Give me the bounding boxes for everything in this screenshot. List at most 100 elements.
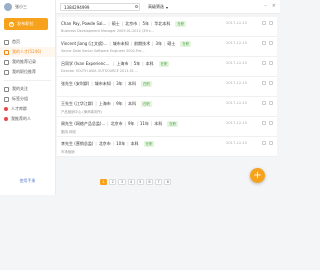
list-item[interactable]: 李先生 (营销总监) | 北京市 | 10年 | 本科 在职 市场营销 2017-12… [57, 137, 277, 157]
more-icon[interactable] [269, 81, 273, 85]
divider: | [150, 121, 153, 126]
divider: | [124, 101, 127, 106]
list-item[interactable]: 王先生 (江华江群) | 上海市 | 9年 | 本科 在职 产品营销中心 (律师事务所… [57, 97, 277, 117]
update-date: 2017-12-15 [226, 81, 247, 85]
list-item[interactable]: Chan Pay, Powde Sal... | 硕士 | 北京市 | 5年 | 华北本… [57, 17, 277, 37]
user-manual-link[interactable]: 使用手册 [0, 178, 55, 184]
candidate-name[interactable]: 张先生 (安利群) [61, 81, 89, 87]
candidate-meta: 5年 [142, 20, 149, 26]
candidate-name[interactable]: 周先生 (网络产品总监)... [61, 121, 105, 127]
advanced-filter-button[interactable]: 高级筛选 ▾ [148, 4, 168, 10]
candidate-name[interactable]: 李先生 (营销总监) [61, 141, 93, 147]
edit-icon[interactable] [262, 121, 266, 125]
sidebar-item-label: 我推荐的人 [11, 116, 31, 121]
divider: | [124, 81, 127, 86]
page-button[interactable]: 2 [109, 179, 117, 185]
sidebar-group-my-referrals[interactable]: 我推荐的人 [0, 114, 55, 124]
page-button[interactable]: 7 [155, 179, 163, 185]
sidebar-item-label: 我的关注 [12, 86, 28, 91]
candidate-meta: 城市未知 [112, 40, 129, 46]
more-icon[interactable] [269, 21, 273, 25]
sidebar-item-recommend-records[interactable]: 我的推荐记录 [0, 57, 55, 67]
publish-job-button[interactable]: + 发布职位 [4, 18, 48, 30]
more-icon[interactable] [269, 121, 273, 125]
divider: | [152, 41, 154, 46]
search-icon[interactable] [135, 5, 138, 8]
page-button[interactable]: 4 [127, 179, 135, 185]
candidate-name[interactable]: Chan Pay, Powde Sal... [61, 21, 106, 26]
candidate-meta: 北京市 [110, 120, 123, 126]
more-icon[interactable] [269, 41, 273, 45]
sidebar-item-home[interactable]: 首页 [0, 37, 55, 47]
divider: | [130, 61, 132, 66]
divider: | [136, 121, 138, 126]
people-icon [4, 49, 9, 55]
edit-icon[interactable] [262, 41, 266, 45]
candidate-meta: 硕士 [167, 40, 176, 46]
edit-icon[interactable] [262, 21, 266, 25]
search-input[interactable] [60, 3, 140, 11]
row-actions [262, 121, 273, 125]
list-item[interactable]: Vincent Jiang (江文斌)... | 城市未知 | 前期技术 | 3年 |… [57, 37, 277, 57]
status-badge: 在职 [143, 140, 155, 147]
candidate-meta: 11年 [139, 120, 149, 126]
list-item[interactable]: 吕同学 (Ivan Experience ...) | 上海市 | 5年 | 本科 在… [57, 57, 277, 77]
more-icon[interactable] [269, 141, 273, 145]
sidebar-item-job-recommend[interactable]: 我的职位推荐 [0, 67, 55, 77]
update-date: 2017-12-15 [226, 61, 247, 65]
update-date: 2017-12-15 [226, 121, 247, 125]
candidate-meta: 北京市 [98, 140, 111, 146]
top-bar: 高级筛选 ▾ – × [56, 0, 280, 14]
sidebar-item-label: 我的推荐记录 [12, 59, 36, 64]
sidebar-item-label: 我的人才(5246) [12, 49, 42, 54]
minimize-icon[interactable]: – [264, 3, 267, 9]
candidate-name[interactable]: 吕同学 (Ivan Experience ...) [61, 61, 111, 67]
page-button[interactable]: 3 [118, 179, 126, 185]
add-talent-button[interactable]: + [250, 168, 265, 183]
candidate-meta: 上海市 [116, 60, 129, 66]
divider: | [91, 81, 93, 86]
star-icon [4, 86, 9, 92]
update-date: 2017-12-15 [226, 21, 247, 25]
user-profile[interactable]: 张小三 [0, 0, 55, 14]
divider: | [112, 101, 115, 106]
pagination: 上一页 1 2 3 4 5 6 7 8 下一页 [100, 179, 172, 222]
row-actions [262, 21, 273, 25]
edit-icon[interactable] [262, 81, 266, 85]
candidate-name[interactable]: 王先生 (江华江群) [61, 101, 93, 107]
page-button[interactable]: 1 [100, 179, 108, 185]
sidebar-nav: 首页 我的人才(5246) 我的推荐记录 我的职位推荐 我的关注 标签分组 人才… [0, 37, 55, 124]
status-badge: 在职 [141, 80, 152, 87]
edit-icon[interactable] [262, 61, 266, 65]
sidebar-item-tags[interactable]: 标签分组 [0, 94, 55, 104]
candidate-experience: Business Development Manager 2009.01-201… [61, 29, 154, 33]
candidate-meta: 北京市 [125, 20, 138, 26]
divider: | [113, 61, 115, 66]
sidebar-item-follows[interactable]: 我的关注 [0, 84, 55, 94]
page-button[interactable]: 5 [136, 179, 144, 185]
divider: | [112, 81, 115, 86]
candidate-meta: 本科 [154, 120, 163, 126]
divider: | [150, 21, 153, 26]
divider: | [163, 41, 166, 46]
window-controls: – × [264, 3, 276, 9]
candidate-meta: 3年 [116, 80, 123, 86]
edit-icon[interactable] [262, 101, 266, 105]
edit-icon[interactable] [262, 141, 266, 145]
candidate-meta: 本科 [128, 100, 137, 106]
row-actions [262, 61, 273, 65]
candidate-meta: 华北本科 [154, 20, 171, 26]
page-button[interactable]: 6 [145, 179, 154, 185]
avatar [4, 3, 12, 11]
list-item[interactable]: 张先生 (安利群) | 城市未知 | 3年 | 本科 在职 2017-12-15 [57, 77, 277, 97]
page-button[interactable]: 8 [164, 179, 172, 185]
candidate-meta: 9年 [116, 100, 123, 106]
sidebar-item-my-talent[interactable]: 我的人才(5246) [0, 47, 55, 57]
sidebar-group-talent-pool[interactable]: 人才库群 [0, 104, 55, 114]
more-icon[interactable] [269, 101, 273, 105]
more-icon[interactable] [269, 61, 273, 65]
candidate-name[interactable]: Vincent Jiang (江文斌)... [61, 41, 107, 47]
list-item[interactable]: 周先生 (网络产品总监)... | 北京市 | 9年 | 11年 | 本科 在职 集团-… [57, 117, 277, 137]
close-icon[interactable]: × [272, 3, 276, 9]
divider: | [109, 41, 111, 46]
